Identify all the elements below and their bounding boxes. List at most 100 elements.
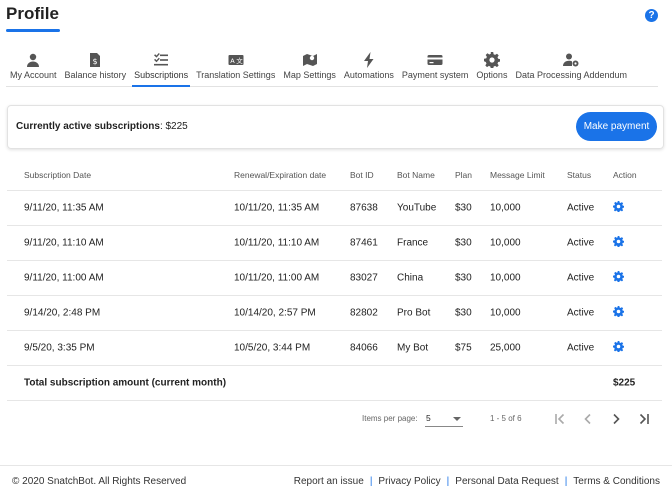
chevron-left-icon (584, 413, 591, 425)
tab-options[interactable]: Options (472, 52, 511, 86)
copyright: © 2020 SnatchBot. All Rights Reserved (12, 476, 187, 487)
cell-bot-id: 82802 (350, 307, 378, 319)
cell-bot-name: China (397, 272, 424, 284)
footer-links: Report an issue | Privacy Policy | Perso… (294, 476, 660, 487)
tab-payment-system[interactable]: Payment system (398, 52, 473, 86)
gear-icon (613, 271, 625, 283)
items-per-page-label: Items per page: (362, 414, 418, 423)
header-subscription-date: Subscription Date (24, 170, 92, 180)
row-settings-button[interactable] (613, 236, 625, 250)
row-settings-button[interactable] (613, 341, 625, 355)
cell-status: Active (567, 202, 595, 214)
user-icon (27, 53, 40, 67)
svg-text:文: 文 (236, 56, 243, 65)
bolt-icon (363, 52, 374, 68)
tab-map-settings[interactable]: Map Settings (279, 52, 340, 86)
row-settings-button[interactable] (613, 271, 625, 285)
svg-text:A: A (230, 57, 235, 65)
next-page-button[interactable] (607, 410, 625, 428)
separator: | (564, 476, 568, 487)
items-per-page-select[interactable]: 5 (425, 410, 463, 427)
cell-renewal-date: 10/11/20, 11:00 AM (234, 272, 320, 284)
tab-balance-history[interactable]: $ Balance history (61, 52, 131, 86)
table-row: 9/5/20, 3:35 PM 10/5/20, 3:44 PM 84066 M… (7, 331, 662, 366)
invoice-icon: $ (90, 53, 101, 67)
cell-bot-name: YouTube (397, 202, 437, 214)
make-payment-button[interactable]: Make payment (576, 112, 657, 141)
first-page-button[interactable] (551, 410, 569, 428)
previous-page-button[interactable] (579, 410, 597, 428)
tab-translation-settings[interactable]: A文 Translation Settings (192, 52, 279, 86)
cell-bot-name: Pro Bot (397, 307, 431, 319)
map-icon (302, 54, 317, 66)
total-row: Total subscription amount (current month… (7, 366, 662, 401)
terms-conditions-link[interactable]: Terms & Conditions (573, 476, 660, 487)
cell-plan: $75 (455, 342, 472, 354)
tab-my-account[interactable]: My Account (6, 52, 61, 86)
cell-renewal-date: 10/11/20, 11:10 AM (234, 237, 320, 249)
row-settings-button[interactable] (613, 201, 625, 215)
cell-subscription-date: 9/11/20, 11:35 AM (24, 202, 104, 214)
personal-data-request-link[interactable]: Personal Data Request (455, 476, 558, 487)
report-issue-link[interactable]: Report an issue (294, 476, 364, 487)
cell-bot-name: France (397, 237, 429, 249)
cell-bot-id: 87638 (350, 202, 378, 214)
cell-subscription-date: 9/14/20, 2:48 PM (24, 307, 101, 319)
pagination: Items per page: 5 1 - 5 of 6 (0, 410, 672, 430)
cell-message-limit: 10,000 (490, 307, 521, 319)
privacy-policy-link[interactable]: Privacy Policy (378, 476, 440, 487)
cell-bot-id: 84066 (350, 342, 378, 354)
table-header: Subscription Date Renewal/Expiration dat… (7, 160, 662, 191)
active-subscriptions-card: Currently active subscriptions: $225 Mak… (7, 105, 664, 149)
cell-plan: $30 (455, 237, 472, 249)
separator: | (446, 476, 450, 487)
cell-renewal-date: 10/5/20, 3:44 PM (234, 342, 311, 354)
cell-bot-id: 87461 (350, 237, 378, 249)
gear-icon (613, 306, 625, 318)
tab-data-processing-addendum[interactable]: Data Processing Addendum (511, 52, 631, 86)
question-icon[interactable]: ? (645, 9, 658, 22)
active-subscriptions-text: Currently active subscriptions: $225 (16, 121, 188, 132)
cell-renewal-date: 10/11/20, 11:35 AM (234, 202, 320, 214)
cell-bot-id: 83027 (350, 272, 378, 284)
header-bot-name: Bot Name (397, 170, 435, 180)
cell-renewal-date: 10/14/20, 2:57 PM (234, 307, 316, 319)
header-bot-id: Bot ID (350, 170, 374, 180)
cell-subscription-date: 9/11/20, 11:10 AM (24, 237, 104, 249)
table-row: 9/11/20, 11:00 AM 10/11/20, 11:00 AM 830… (7, 261, 662, 296)
first-page-icon (555, 413, 565, 425)
svg-text:$: $ (93, 57, 98, 66)
cell-message-limit: 10,000 (490, 237, 521, 249)
cell-bot-name: My Bot (397, 342, 429, 354)
gear-icon (613, 236, 625, 248)
user-gear-icon (563, 53, 579, 67)
tab-subscriptions[interactable]: Subscriptions (130, 52, 192, 87)
cell-plan: $30 (455, 307, 472, 319)
page-title: Profile (6, 4, 59, 23)
last-page-icon (639, 413, 649, 425)
footer: © 2020 SnatchBot. All Rights Reserved Re… (0, 465, 672, 496)
cell-subscription-date: 9/11/20, 11:00 AM (24, 272, 104, 284)
gear-icon (483, 52, 500, 68)
translate-icon: A文 (228, 55, 244, 65)
profile-tabs: My Account $ Balance history Subscriptio… (6, 52, 658, 87)
header-renewal-date: Renewal/Expiration date (234, 170, 327, 180)
last-page-button[interactable] (635, 410, 653, 428)
header-plan: Plan (455, 170, 473, 180)
cell-subscription-date: 9/5/20, 3:35 PM (24, 342, 95, 354)
table-row: 9/14/20, 2:48 PM 10/14/20, 2:57 PM 82802… (7, 296, 662, 331)
credit-card-icon (427, 55, 443, 65)
active-subscriptions-amount: : $225 (159, 121, 188, 132)
separator: | (369, 476, 373, 487)
subscriptions-table: Subscription Date Renewal/Expiration dat… (7, 160, 662, 401)
cell-message-limit: 10,000 (490, 202, 521, 214)
total-value: $225 (613, 377, 636, 389)
chevron-right-icon (613, 413, 620, 425)
tab-automations[interactable]: Automations (340, 52, 398, 86)
pagination-range: 1 - 5 of 6 (490, 414, 522, 423)
header-action: Action (613, 170, 637, 180)
table-row: 9/11/20, 11:10 AM 10/11/20, 11:10 AM 874… (7, 226, 662, 261)
header-status: Status (567, 170, 592, 180)
cell-status: Active (567, 272, 595, 284)
row-settings-button[interactable] (613, 306, 625, 320)
